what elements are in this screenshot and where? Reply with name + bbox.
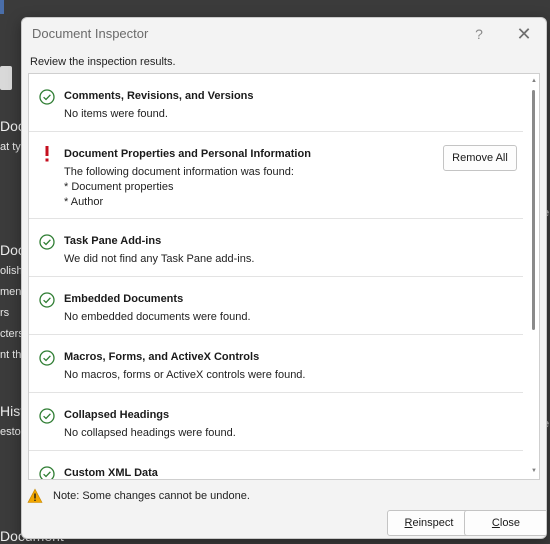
result-item-custom-xml: Custom XML Data bbox=[29, 451, 523, 479]
result-item-title: Embedded Documents bbox=[64, 293, 184, 305]
remove-all-button[interactable]: Remove All bbox=[443, 145, 517, 171]
bg-text: esto bbox=[0, 426, 21, 438]
result-item-title: Document Properties and Personal Informa… bbox=[64, 148, 311, 160]
result-item-document-properties: Document Properties and Personal Informa… bbox=[29, 132, 523, 219]
scroll-down-arrow-icon[interactable]: ▼ bbox=[531, 468, 537, 474]
result-item-description: We did not find any Task Pane add-ins. bbox=[64, 253, 255, 265]
result-item-macros: Macros, Forms, and ActiveX Controls No m… bbox=[29, 335, 523, 393]
result-item-description: No items were found. bbox=[64, 108, 168, 120]
dialog-subtitle: Review the inspection results. bbox=[30, 56, 176, 68]
result-item-title: Macros, Forms, and ActiveX Controls bbox=[64, 351, 260, 363]
reinspect-button[interactable]: Reinspect bbox=[387, 510, 471, 536]
check-circle-icon bbox=[39, 292, 55, 308]
inspection-results-list[interactable]: Comments, Revisions, and Versions No ite… bbox=[28, 73, 540, 480]
scroll-up-arrow-icon[interactable]: ▲ bbox=[531, 78, 537, 84]
scrollbar-thumb[interactable] bbox=[532, 90, 535, 330]
dialog-titlebar: Document Inspector ? ✕ bbox=[22, 18, 546, 50]
bg-text: rs bbox=[0, 307, 10, 319]
exclamation-icon bbox=[45, 146, 49, 162]
bg-text: at ty bbox=[0, 141, 21, 153]
check-circle-icon bbox=[39, 234, 55, 250]
check-circle-icon bbox=[39, 466, 55, 479]
result-item-title: Collapsed Headings bbox=[64, 409, 170, 421]
result-item-description: The following document information was f… bbox=[64, 166, 294, 178]
document-inspector-dialog: Document Inspector ? ✕ Review the inspec… bbox=[21, 17, 547, 539]
close-icon[interactable]: ✕ bbox=[512, 22, 536, 46]
background-button bbox=[0, 66, 12, 90]
result-item-description: No macros, forms or ActiveX controls wer… bbox=[64, 369, 306, 381]
close-label: lose bbox=[499, 517, 521, 529]
check-circle-icon bbox=[39, 350, 55, 366]
result-item-title: Task Pane Add-ins bbox=[64, 235, 162, 247]
app-accent-strip bbox=[0, 0, 4, 14]
close-button[interactable]: Close bbox=[464, 510, 546, 536]
check-circle-icon bbox=[39, 89, 55, 105]
result-item-detail: * Document properties bbox=[64, 181, 174, 193]
result-item-description: No embedded documents were found. bbox=[64, 311, 251, 323]
reinspect-label: einspect bbox=[412, 517, 454, 529]
undo-warning-note: Note: Some changes cannot be undone. bbox=[53, 490, 250, 502]
close-mnemonic: C bbox=[491, 517, 500, 529]
warning-icon bbox=[27, 488, 43, 503]
dialog-title: Document Inspector bbox=[32, 26, 149, 41]
help-icon[interactable]: ? bbox=[470, 22, 488, 46]
check-circle-icon bbox=[39, 408, 55, 424]
result-item-embedded-documents: Embedded Documents No embedded documents… bbox=[29, 277, 523, 335]
bg-text: nt th bbox=[0, 349, 22, 361]
result-item-collapsed-headings: Collapsed Headings No collapsed headings… bbox=[29, 393, 523, 451]
result-item-title: Comments, Revisions, and Versions bbox=[64, 90, 254, 102]
result-item-task-pane-addins: Task Pane Add-ins We did not find any Ta… bbox=[29, 219, 523, 277]
result-item-title: Custom XML Data bbox=[64, 467, 158, 479]
result-item-detail: * Author bbox=[64, 196, 104, 208]
result-item-description: No collapsed headings were found. bbox=[64, 427, 236, 439]
result-item-comments: Comments, Revisions, and Versions No ite… bbox=[29, 74, 523, 132]
